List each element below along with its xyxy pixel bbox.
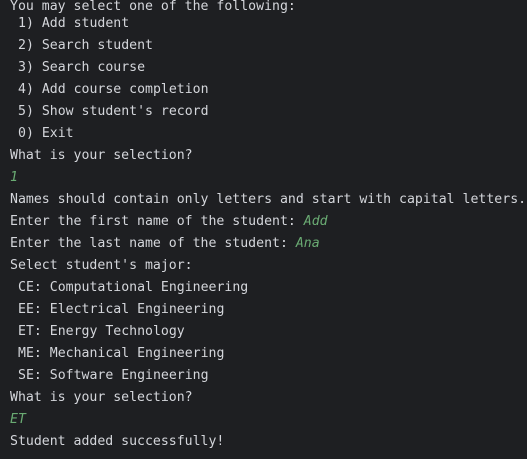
- first-name-prompt: Enter the first name of the student:: [10, 214, 304, 229]
- major-option-me: ME: Mechanical Engineering: [18, 346, 225, 361]
- major-prompt: Select student's major:: [10, 258, 193, 273]
- console-output[interactable]: You may select one of the following: 1) …: [0, 0, 527, 459]
- last-name-line: Enter the last name of the student: Ana: [10, 233, 527, 255]
- menu-option-add-course-completion: 4) Add course completion: [18, 82, 209, 97]
- major-option-et: ET: Energy Technology: [18, 324, 185, 339]
- result-message: Student added successfully!: [10, 434, 225, 449]
- major-option-se: SE: Software Engineering: [18, 368, 209, 383]
- first-name-input: Add: [303, 214, 328, 229]
- menu-selection-question: What is your selection?: [10, 148, 193, 163]
- last-name-input: Ana: [295, 236, 320, 251]
- menu-option-search-course: 3) Search course: [18, 60, 146, 75]
- major-option-ce: CE: Computational Engineering: [18, 280, 249, 295]
- menu-option-add-student: 1) Add student: [18, 16, 130, 31]
- menu-option-show-record: 5) Show student's record: [18, 104, 209, 119]
- menu-prompt: You may select one of the following:: [10, 0, 296, 14]
- major-selection-question: What is your selection?: [10, 390, 193, 405]
- first-name-line: Enter the first name of the student: Add: [10, 211, 527, 233]
- last-name-prompt: Enter the last name of the student:: [10, 236, 296, 251]
- menu-option-exit: 0) Exit: [18, 126, 74, 141]
- menu-option-search-student: 2) Search student: [18, 38, 153, 53]
- names-rule-message: Names should contain only letters and st…: [10, 192, 527, 207]
- major-option-ee: EE: Electrical Engineering: [18, 302, 225, 317]
- major-selection-input: ET: [10, 412, 26, 427]
- menu-selection-input: 1: [10, 170, 18, 185]
